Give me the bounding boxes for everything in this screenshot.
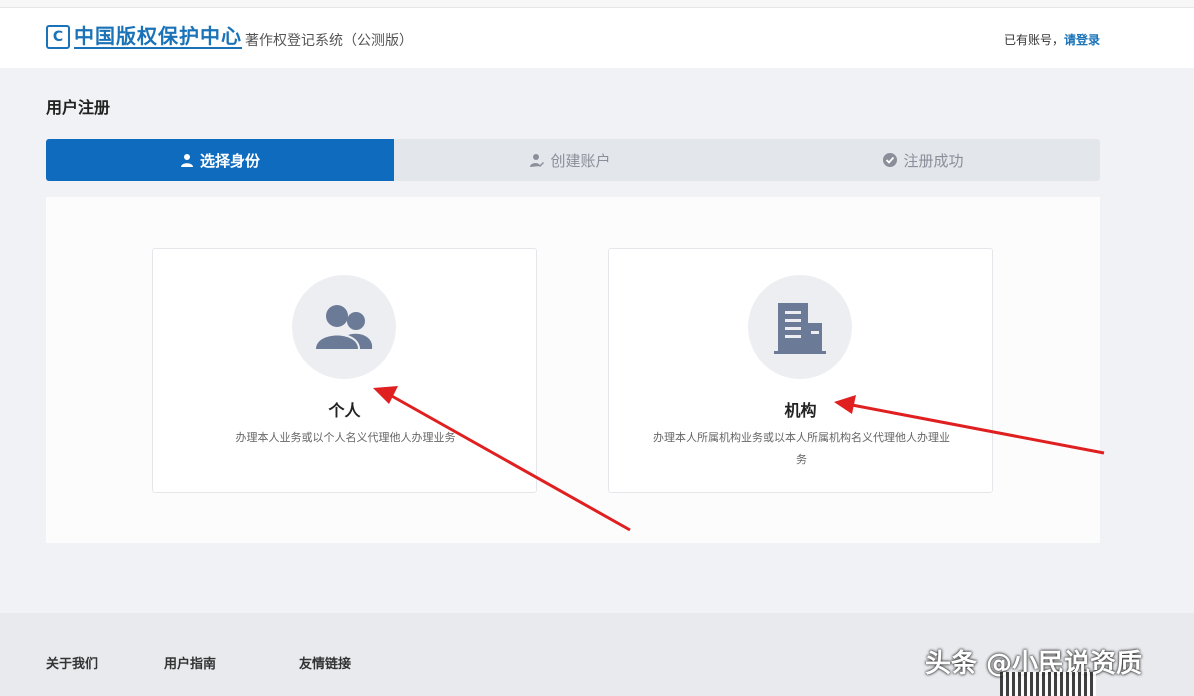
identity-panel: 个人 办理本人业务或以个人名义代理他人办理业务 机构 办理本人所属机构业务或以本…	[46, 197, 1100, 543]
site-logo[interactable]: C 中国版权保护中心	[46, 24, 242, 50]
qr-code-fragment	[1000, 672, 1096, 696]
user-icon	[180, 154, 193, 167]
browser-bookmark-bar	[0, 0, 1194, 8]
system-name: 著作权登记系统（公测版）	[245, 33, 413, 49]
registration-steps: 选择身份 创建账户 注册成功	[46, 139, 1100, 181]
card-icon-circle	[292, 275, 396, 379]
footer-friendly-links[interactable]: 友情链接	[299, 653, 351, 672]
check-circle-icon	[883, 153, 898, 167]
building-icon	[774, 303, 826, 354]
card-description: 办理本人业务或以个人名义代理他人办理业务	[235, 431, 456, 444]
user-edit-icon	[530, 154, 545, 167]
logo-text: 中国版权保护中心	[74, 24, 242, 49]
step-label: 选择身份	[199, 151, 260, 170]
organization-identity-card[interactable]: 机构 办理本人所属机构业务或以本人所属机构名义代理他人办理业务	[608, 248, 993, 493]
step-create-account: 创建账户	[394, 139, 747, 181]
people-icon	[316, 305, 373, 349]
step-label: 创建账户	[550, 151, 611, 170]
footer-user-guide[interactable]: 用户指南	[164, 653, 216, 672]
step-register-success: 注册成功	[747, 139, 1100, 181]
login-prompt: 已有账号，	[1003, 33, 1064, 47]
step-label: 注册成功	[903, 151, 964, 170]
page-title: 用户注册	[46, 98, 111, 117]
card-icon-circle	[748, 275, 852, 379]
login-link[interactable]: 请登录	[1064, 33, 1100, 47]
logo-c-icon: C	[46, 25, 70, 49]
footer-about-us[interactable]: 关于我们	[46, 653, 98, 672]
card-title: 个人	[328, 401, 361, 420]
personal-identity-card[interactable]: 个人 办理本人业务或以个人名义代理他人办理业务	[152, 248, 537, 493]
site-header: C 中国版权保护中心 著作权登记系统（公测版） 已有账号，请登录	[0, 8, 1194, 68]
card-description: 办理本人所属机构业务或以本人所属机构名义代理他人办理业务	[653, 431, 950, 466]
login-area: 已有账号，请登录	[1004, 31, 1100, 48]
card-title: 机构	[784, 401, 817, 420]
step-select-identity: 选择身份	[46, 139, 394, 181]
